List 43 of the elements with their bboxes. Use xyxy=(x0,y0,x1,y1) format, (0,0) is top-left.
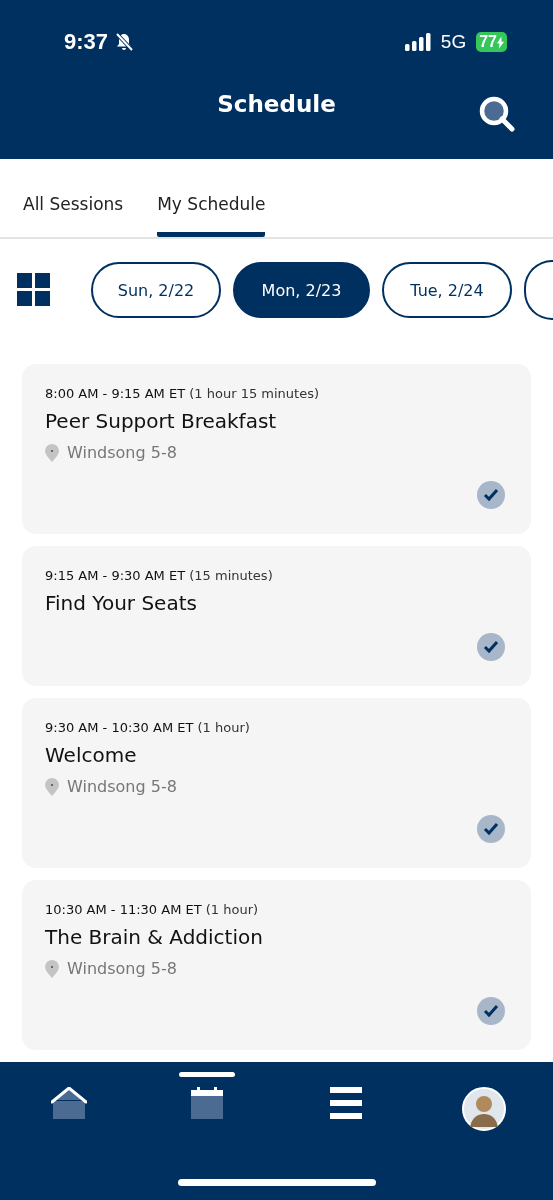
status-time: 9:37 xyxy=(64,29,109,55)
session-duration: (1 hour 15 minutes) xyxy=(189,386,320,401)
location-pin-icon xyxy=(45,777,59,796)
session-time: 10:30 AM - 11:30 AM ET xyxy=(45,902,202,917)
signal-icon xyxy=(404,33,431,51)
session-duration: (15 minutes) xyxy=(189,568,273,583)
session-title: The Brain & Addiction xyxy=(45,925,264,949)
session-card[interactable]: 8:00 AM - 9:15 AM ET (1 hour 15 minutes) Peer Support Breakfast Windsong 5-8 xyxy=(22,364,531,534)
added-check-icon[interactable] xyxy=(477,997,505,1025)
date-pill[interactable]: Sun, 2/22 xyxy=(91,262,221,318)
session-title: Find Your Seats xyxy=(45,591,198,615)
session-time: 9:15 AM - 9:30 AM ET xyxy=(45,568,186,583)
session-card[interactable]: 9:30 AM - 10:30 AM ET (1 hour) Welcome Windsong 5-8 xyxy=(22,698,531,868)
location-pin-icon xyxy=(45,959,59,978)
added-check-icon[interactable] xyxy=(477,481,505,509)
session-card[interactable]: 10:30 AM - 11:30 AM ET (1 hour) The Brain & Addiction Windsong 5-8 xyxy=(22,880,531,1050)
added-check-icon[interactable] xyxy=(477,633,505,661)
calendar-icon[interactable] xyxy=(191,1087,224,1119)
session-card[interactable]: 9:15 AM - 9:30 AM ET (15 minutes) Find Your Seats xyxy=(22,546,531,686)
avatar-icon[interactable] xyxy=(461,1087,506,1131)
session-title: Peer Support Breakfast xyxy=(45,409,278,433)
tab[interactable]: My Schedule xyxy=(157,194,266,237)
date-pill[interactable]: Tue, 2/24 xyxy=(382,262,512,318)
session-title: Welcome xyxy=(45,743,138,767)
grid-view-icon[interactable] xyxy=(17,273,51,307)
home-icon[interactable] xyxy=(51,1087,88,1119)
added-check-icon[interactable] xyxy=(477,815,505,843)
tab[interactable]: All Sessions xyxy=(23,194,124,237)
muted-bell-icon xyxy=(114,32,135,52)
session-location: Windsong 5-8 xyxy=(67,959,177,978)
session-location: Windsong 5-8 xyxy=(67,443,177,462)
search-icon[interactable] xyxy=(479,96,515,132)
session-location: Windsong 5-8 xyxy=(67,777,177,796)
session-time: 8:00 AM - 9:15 AM ET xyxy=(45,386,186,401)
network-label: 5G xyxy=(440,31,467,53)
menu-icon[interactable] xyxy=(329,1087,362,1119)
session-time: 9:30 AM - 10:30 AM ET xyxy=(45,720,194,735)
location-pin-icon xyxy=(45,443,59,462)
date-pill[interactable]: Mon, 2/23 xyxy=(233,262,370,318)
session-duration: (1 hour) xyxy=(197,720,250,735)
screen-title: Schedule xyxy=(217,91,336,117)
session-duration: (1 hour) xyxy=(205,902,259,917)
battery-indicator: 77 xyxy=(476,32,507,52)
